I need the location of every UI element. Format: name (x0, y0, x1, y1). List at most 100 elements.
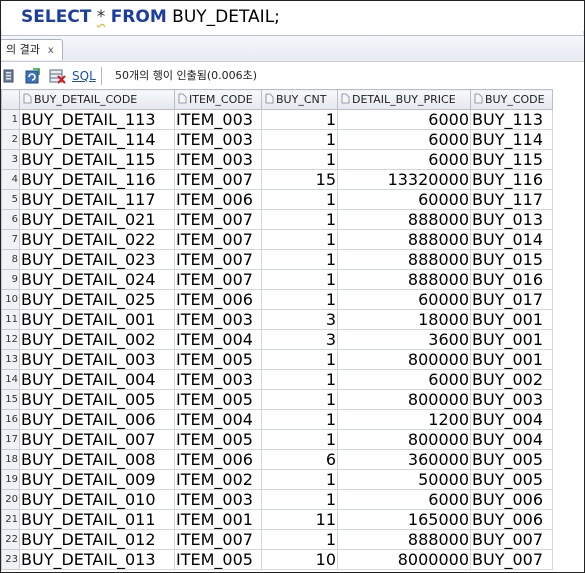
cell-buy-detail-code[interactable]: BUY_DETAIL_022 (19, 229, 175, 250)
cell-detail-buy-price[interactable]: 360000 (337, 449, 471, 470)
cell-buy-detail-code[interactable]: BUY_DETAIL_003 (19, 349, 175, 370)
table-row[interactable]: 6 BUY_DETAIL_021 ITEM_007 1 888000 BUY_013 (1, 209, 553, 230)
cell-buy-cnt[interactable]: 1 (261, 529, 338, 550)
cell-buy-code[interactable]: BUY_007 (470, 529, 553, 550)
cell-item-code[interactable]: ITEM_006 (174, 289, 262, 310)
cell-detail-buy-price[interactable]: 6000 (337, 129, 471, 150)
cell-buy-cnt[interactable]: 1 (261, 369, 338, 390)
table-row[interactable]: 12 BUY_DETAIL_002 ITEM_004 3 3600 BUY_001 (1, 329, 553, 350)
table-row[interactable]: 17 BUY_DETAIL_007 ITEM_005 1 800000 BUY_004 (1, 429, 553, 450)
cell-buy-cnt[interactable]: 1 (261, 389, 338, 410)
cell-item-code[interactable]: ITEM_003 (174, 109, 262, 130)
cell-buy-cnt[interactable]: 1 (261, 189, 338, 210)
cell-item-code[interactable]: ITEM_007 (174, 249, 262, 270)
cell-buy-cnt[interactable]: 1 (261, 489, 338, 510)
cell-buy-cnt[interactable]: 3 (261, 309, 338, 330)
cell-buy-cnt[interactable]: 1 (261, 289, 338, 310)
column-header-buy-detail-code[interactable]: BUY_DETAIL_CODE (19, 89, 175, 110)
cell-item-code[interactable]: ITEM_004 (174, 329, 262, 350)
cell-buy-code[interactable]: BUY_113 (470, 109, 553, 130)
cell-detail-buy-price[interactable]: 888000 (337, 269, 471, 290)
cell-buy-cnt[interactable]: 1 (261, 149, 338, 170)
cell-buy-code[interactable]: BUY_002 (470, 369, 553, 390)
table-row[interactable]: 7 BUY_DETAIL_022 ITEM_007 1 888000 BUY_014 (1, 229, 553, 250)
cell-buy-code[interactable]: BUY_001 (470, 349, 553, 370)
cell-buy-detail-code[interactable]: BUY_DETAIL_008 (19, 449, 175, 470)
close-icon[interactable]: x (48, 45, 54, 56)
cell-buy-code[interactable]: BUY_006 (470, 489, 553, 510)
table-row[interactable]: 4 BUY_DETAIL_116 ITEM_007 15 13320000 BUY_116 (1, 169, 553, 190)
cell-buy-detail-code[interactable]: BUY_DETAIL_113 (19, 109, 175, 130)
table-row[interactable]: 9 BUY_DETAIL_024 ITEM_007 1 888000 BUY_016 (1, 269, 553, 290)
cell-buy-code[interactable]: BUY_004 (470, 409, 553, 430)
cell-item-code[interactable]: ITEM_003 (174, 129, 262, 150)
table-row[interactable]: 5 BUY_DETAIL_117 ITEM_006 1 60000 BUY_117 (1, 189, 553, 210)
sql-statement[interactable]: SELECT * FROM BUY_DETAIL; (21, 6, 280, 28)
sql-editor[interactable]: SELECT * FROM BUY_DETAIL; (1, 1, 584, 31)
cell-detail-buy-price[interactable]: 800000 (337, 389, 471, 410)
cell-buy-detail-code[interactable]: BUY_DETAIL_007 (19, 429, 175, 450)
cell-detail-buy-price[interactable]: 60000 (337, 289, 471, 310)
cell-buy-detail-code[interactable]: BUY_DETAIL_021 (19, 209, 175, 230)
cell-item-code[interactable]: ITEM_001 (174, 509, 262, 530)
cell-detail-buy-price[interactable]: 6000 (337, 149, 471, 170)
cell-buy-detail-code[interactable]: BUY_DETAIL_114 (19, 129, 175, 150)
cell-buy-detail-code[interactable]: BUY_DETAIL_012 (19, 529, 175, 550)
cell-buy-detail-code[interactable]: BUY_DETAIL_024 (19, 269, 175, 290)
cell-buy-cnt[interactable]: 1 (261, 269, 338, 290)
cell-buy-code[interactable]: BUY_003 (470, 389, 553, 410)
table-row[interactable]: 22 BUY_DETAIL_012 ITEM_007 1 888000 BUY_007 (1, 529, 553, 550)
cell-buy-cnt[interactable]: 6 (261, 449, 338, 470)
cell-detail-buy-price[interactable]: 60000 (337, 189, 471, 210)
cell-buy-detail-code[interactable]: BUY_DETAIL_117 (19, 189, 175, 210)
cell-buy-code[interactable]: BUY_001 (470, 309, 553, 330)
cell-buy-code[interactable]: BUY_013 (470, 209, 553, 230)
table-row[interactable]: 3 BUY_DETAIL_115 ITEM_003 1 6000 BUY_115 (1, 149, 553, 170)
cell-item-code[interactable]: ITEM_007 (174, 209, 262, 230)
table-row[interactable]: 15 BUY_DETAIL_005 ITEM_005 1 800000 BUY_003 (1, 389, 553, 410)
cell-item-code[interactable]: ITEM_007 (174, 169, 262, 190)
cell-detail-buy-price[interactable]: 18000 (337, 309, 471, 330)
cell-buy-code[interactable]: BUY_117 (470, 189, 553, 210)
table-row[interactable]: 2 BUY_DETAIL_114 ITEM_003 1 6000 BUY_114 (1, 129, 553, 150)
cell-buy-cnt[interactable]: 1 (261, 129, 338, 150)
cell-detail-buy-price[interactable]: 3600 (337, 329, 471, 350)
cell-buy-cnt[interactable]: 1 (261, 109, 338, 130)
column-header-buy-cnt[interactable]: BUY_CNT (261, 89, 338, 110)
cell-buy-code[interactable]: BUY_001 (470, 329, 553, 350)
cell-buy-cnt[interactable]: 1 (261, 469, 338, 490)
cell-item-code[interactable]: ITEM_003 (174, 369, 262, 390)
cell-buy-cnt[interactable]: 3 (261, 329, 338, 350)
table-row[interactable]: 8 BUY_DETAIL_023 ITEM_007 1 888000 BUY_015 (1, 249, 553, 270)
column-header-buy-code[interactable]: BUY_CODE (470, 89, 553, 110)
cell-detail-buy-price[interactable]: 165000 (337, 509, 471, 530)
cell-detail-buy-price[interactable]: 6000 (337, 489, 471, 510)
cell-buy-code[interactable]: BUY_007 (470, 549, 553, 570)
cell-item-code[interactable]: ITEM_005 (174, 549, 262, 570)
delete-icon[interactable] (49, 68, 66, 84)
column-header-detail-buy-price[interactable]: DETAIL_BUY_PRICE (337, 89, 471, 110)
cell-item-code[interactable]: ITEM_003 (174, 309, 262, 330)
cell-item-code[interactable]: ITEM_006 (174, 189, 262, 210)
cell-item-code[interactable]: ITEM_006 (174, 449, 262, 470)
cell-item-code[interactable]: ITEM_005 (174, 429, 262, 450)
cell-detail-buy-price[interactable]: 888000 (337, 209, 471, 230)
cell-buy-cnt[interactable]: 1 (261, 229, 338, 250)
cell-detail-buy-price[interactable]: 888000 (337, 529, 471, 550)
table-row[interactable]: 1 BUY_DETAIL_113 ITEM_003 1 6000 BUY_113 (1, 109, 553, 130)
cell-detail-buy-price[interactable]: 888000 (337, 249, 471, 270)
cell-buy-code[interactable]: BUY_004 (470, 429, 553, 450)
cell-detail-buy-price[interactable]: 800000 (337, 429, 471, 450)
cell-buy-code[interactable]: BUY_114 (470, 129, 553, 150)
cell-buy-detail-code[interactable]: BUY_DETAIL_115 (19, 149, 175, 170)
sql-link[interactable]: SQL (72, 68, 96, 84)
cell-detail-buy-price[interactable]: 50000 (337, 469, 471, 490)
cell-buy-detail-code[interactable]: BUY_DETAIL_013 (19, 549, 175, 570)
cell-buy-code[interactable]: BUY_006 (470, 509, 553, 530)
table-row[interactable]: 10 BUY_DETAIL_025 ITEM_006 1 60000 BUY_017 (1, 289, 553, 310)
table-row[interactable]: 13 BUY_DETAIL_003 ITEM_005 1 800000 BUY_001 (1, 349, 553, 370)
cell-buy-code[interactable]: BUY_115 (470, 149, 553, 170)
cell-detail-buy-price[interactable]: 1200 (337, 409, 471, 430)
table-row[interactable]: 21 BUY_DETAIL_011 ITEM_001 11 165000 BUY_006 (1, 509, 553, 530)
refresh-icon[interactable] (25, 68, 41, 84)
